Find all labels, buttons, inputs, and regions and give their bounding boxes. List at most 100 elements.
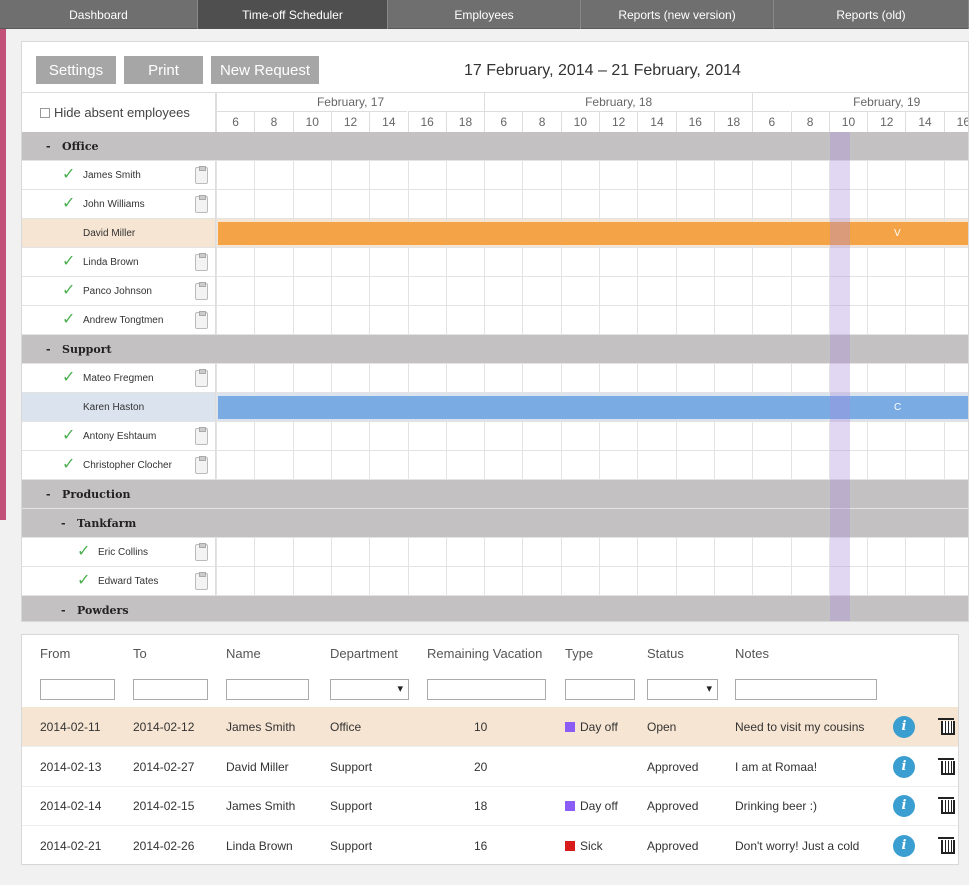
info-icon[interactable]: i — [893, 716, 915, 738]
grid-line — [292, 190, 294, 218]
employee-row: ✓ Christopher Clocher — [22, 451, 968, 480]
clipboard-icon[interactable] — [195, 166, 208, 184]
clipboard-icon[interactable] — [195, 572, 208, 590]
filter-status-select[interactable] — [647, 679, 718, 700]
col-header-department[interactable]: Department — [330, 646, 398, 661]
nav-reports-old[interactable]: Reports (old) — [774, 0, 969, 29]
type-label: Day off — [580, 799, 618, 813]
filter-name[interactable] — [226, 679, 309, 700]
grid-line — [905, 451, 907, 479]
grid-line — [790, 161, 792, 189]
trash-icon[interactable] — [938, 757, 955, 775]
hide-absent-toggle[interactable]: Hide absent employees — [22, 92, 216, 132]
settings-button[interactable]: Settings — [36, 56, 116, 84]
employee-name[interactable]: Christopher Clocher — [83, 451, 172, 480]
table-row[interactable]: 2014-02-14 2014-02-15 James Smith Support 18… — [22, 786, 958, 826]
employee-name[interactable]: Edward Tates — [98, 567, 158, 596]
clipboard-icon[interactable] — [195, 456, 208, 474]
grid-line — [943, 538, 945, 566]
info-icon[interactable]: i — [893, 834, 915, 857]
grid-line — [867, 422, 869, 450]
grid-line — [752, 190, 754, 218]
grid-line — [790, 422, 792, 450]
group-label[interactable]: - Powders — [61, 596, 129, 621]
filter-type[interactable] — [565, 679, 635, 700]
table-row[interactable]: 2014-02-13 2014-02-27 David Miller Support 2… — [22, 747, 958, 787]
app-root: Dashboard Time-off Scheduler Employees R… — [0, 0, 969, 885]
grid-line — [522, 451, 524, 479]
col-header-notes[interactable]: Notes — [735, 646, 769, 661]
grid-line — [330, 161, 332, 189]
clipboard-icon[interactable] — [195, 369, 208, 387]
grid-line — [407, 451, 409, 479]
trash-icon[interactable] — [938, 718, 955, 735]
employee-name[interactable]: John Williams — [83, 190, 145, 219]
clipboard-icon[interactable] — [195, 543, 208, 561]
clipboard-icon[interactable] — [195, 253, 208, 271]
grid-line — [330, 190, 332, 218]
trash-icon[interactable] — [938, 836, 955, 854]
absence-bar[interactable]: C — [218, 396, 968, 419]
col-header-to[interactable]: To — [133, 646, 147, 661]
employee-name[interactable]: Andrew Tongtmen — [83, 306, 163, 335]
grid-line — [943, 190, 945, 218]
clipboard-icon[interactable] — [195, 311, 208, 329]
nav-reports-new[interactable]: Reports (new version) — [581, 0, 774, 29]
employee-name[interactable]: Karen Haston — [83, 393, 144, 422]
grid-line — [675, 277, 677, 305]
nav-dashboard[interactable]: Dashboard — [0, 0, 198, 29]
col-header-type[interactable]: Type — [565, 646, 593, 661]
trash-icon[interactable] — [938, 797, 955, 814]
cell-from: 2014-02-14 — [40, 799, 102, 813]
col-header-remaining[interactable]: Remaining Vacation — [427, 646, 542, 661]
filter-remaining[interactable] — [427, 679, 546, 700]
employee-name[interactable]: Panco Johnson — [83, 277, 152, 306]
grid-line — [637, 538, 639, 566]
filter-department-select[interactable] — [330, 679, 409, 700]
info-icon[interactable]: i — [893, 755, 915, 778]
left-accent-bar — [0, 0, 6, 520]
nav-time-off-scheduler[interactable]: Time-off Scheduler — [198, 0, 388, 29]
new-request-button[interactable]: New Request — [211, 56, 319, 84]
grid-line — [752, 306, 754, 334]
grid-line — [867, 161, 869, 189]
grid-line — [445, 190, 447, 218]
cell-notes: Need to visit my cousins — [735, 720, 865, 734]
grid-line — [560, 248, 562, 276]
employee-name[interactable]: Antony Eshtaum — [83, 422, 156, 451]
hide-absent-checkbox[interactable] — [40, 107, 50, 118]
clipboard-icon[interactable] — [195, 427, 208, 445]
info-icon[interactable]: i — [893, 795, 915, 817]
group-label[interactable]: - Office — [46, 132, 99, 161]
employee-name[interactable]: Eric Collins — [98, 538, 148, 567]
grid-line — [407, 567, 409, 595]
col-header-status[interactable]: Status — [647, 646, 684, 661]
cell-department: Support — [330, 838, 373, 853]
grid-line — [254, 451, 256, 479]
filter-from[interactable] — [40, 679, 115, 700]
absence-bar[interactable]: V — [218, 222, 968, 245]
filter-to[interactable] — [133, 679, 208, 700]
clipboard-icon[interactable] — [195, 282, 208, 300]
col-header-from[interactable]: From — [40, 646, 70, 661]
grid-line — [216, 451, 217, 479]
group-label[interactable]: - Support — [46, 335, 112, 364]
col-header-name[interactable]: Name — [226, 646, 261, 661]
employee-name[interactable]: Mateo Fregmen — [83, 364, 154, 393]
grid-line — [216, 219, 217, 247]
employee-name[interactable]: David Miller — [83, 219, 135, 248]
nav-employees[interactable]: Employees — [388, 0, 581, 29]
employee-name[interactable]: Linda Brown — [83, 248, 139, 277]
grid-line — [254, 567, 256, 595]
employee-name[interactable]: James Smith — [83, 161, 141, 190]
filter-notes[interactable] — [735, 679, 877, 700]
clipboard-icon[interactable] — [195, 195, 208, 213]
group-label[interactable]: - Tankfarm — [61, 509, 136, 538]
cell-from: 2014-02-21 — [40, 838, 102, 853]
grid-line — [560, 277, 562, 305]
table-row[interactable]: 2014-02-11 2014-02-12 James Smith Office 10 D… — [22, 707, 958, 747]
grid-line — [752, 248, 754, 276]
group-label[interactable]: - Production — [46, 480, 130, 509]
print-button[interactable]: Print — [124, 56, 203, 84]
table-row[interactable]: 2014-02-21 2014-02-26 Linda Brown Support 16… — [22, 826, 958, 866]
